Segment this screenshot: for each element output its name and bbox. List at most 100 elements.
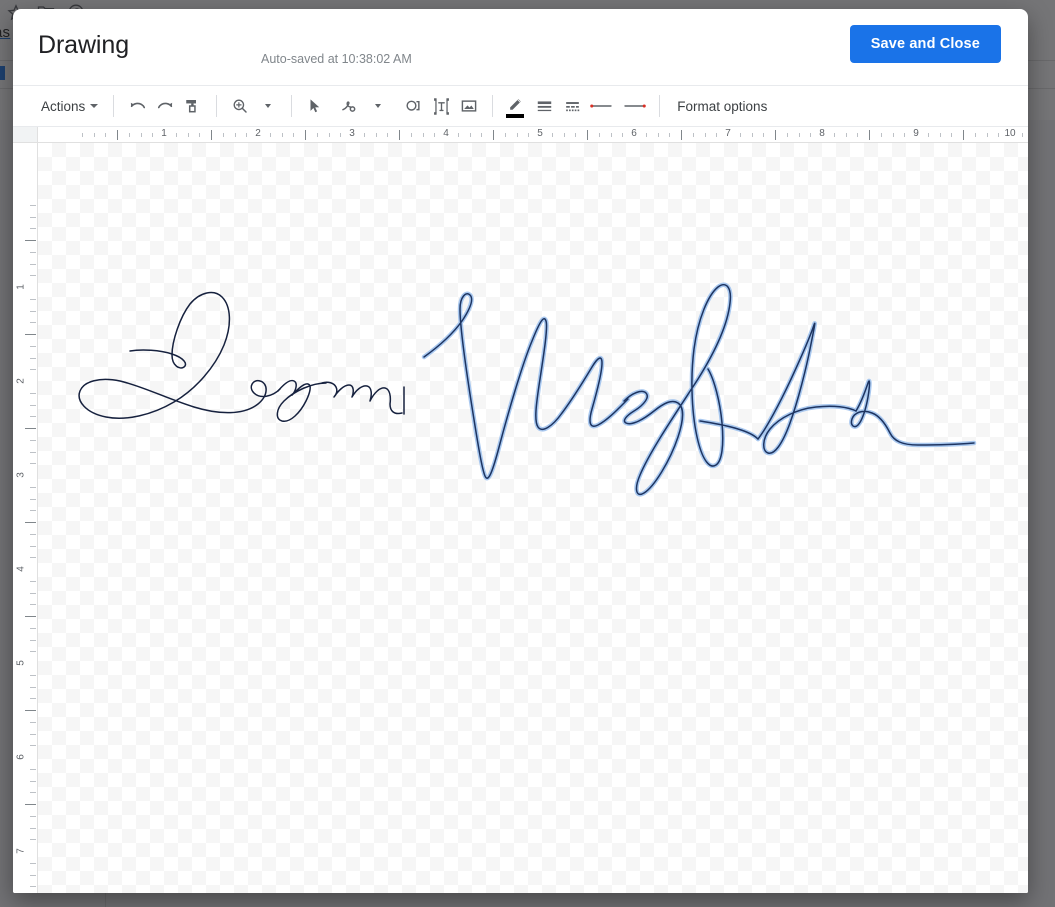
- ruler-tick: [30, 228, 36, 229]
- image-icon: [460, 97, 478, 115]
- ruler-tick: [141, 133, 142, 137]
- ruler-tick: [705, 133, 706, 137]
- ruler-tick: [587, 130, 588, 140]
- ruler-tick: [25, 522, 36, 523]
- toolbar-divider: [659, 95, 660, 117]
- ruler-tick: [810, 133, 811, 137]
- ruler-tick: [834, 133, 835, 137]
- undo-icon: [128, 97, 147, 116]
- ruler-label: 6: [15, 754, 26, 760]
- ruler-tick: [493, 130, 494, 140]
- shape-icon: [404, 97, 422, 115]
- select-tool[interactable]: [301, 92, 329, 120]
- ruler-tick: [188, 133, 189, 137]
- line-dash-icon: [563, 97, 582, 116]
- ruler-tick: [30, 769, 36, 770]
- ruler-tick: [30, 217, 36, 218]
- signature-blue[interactable]: [422, 273, 982, 503]
- actions-menu-button[interactable]: Actions: [39, 93, 104, 119]
- drawing-toolbar: Actions: [13, 86, 1028, 127]
- line-end-button[interactable]: [618, 92, 650, 120]
- ruler-tick: [30, 346, 36, 347]
- redo-button[interactable]: [151, 92, 179, 120]
- border-dash-button[interactable]: [558, 92, 586, 120]
- line-tool[interactable]: [336, 92, 364, 120]
- ruler-tick: [30, 863, 36, 864]
- ruler-tick: [30, 687, 36, 688]
- ruler-tick: [30, 593, 36, 594]
- ruler-tick: [30, 886, 36, 887]
- zoom-dropdown[interactable]: [254, 92, 282, 120]
- line-start-icon: [589, 97, 615, 115]
- ruler-tick: [376, 133, 377, 137]
- ruler-tick: [869, 130, 870, 140]
- scribble-line-icon: [340, 96, 360, 116]
- shape-tool[interactable]: [399, 92, 427, 120]
- ruler-tick: [30, 651, 36, 652]
- ruler-tick: [30, 839, 36, 840]
- chevron-down-icon: [90, 104, 98, 108]
- paint-format-button[interactable]: [179, 92, 207, 120]
- ruler-tick: [340, 133, 341, 137]
- ruler-tick: [152, 133, 153, 137]
- ruler-tick: [928, 133, 929, 137]
- undo-button[interactable]: [123, 92, 151, 120]
- ruler-tick: [211, 130, 212, 140]
- ruler-tick: [30, 205, 36, 206]
- toolbar-divider: [492, 95, 493, 117]
- ruler-tick: [30, 792, 36, 793]
- ruler-tick: [30, 698, 36, 699]
- border-color-button[interactable]: [502, 92, 530, 120]
- ruler-tick: [30, 499, 36, 500]
- save-and-close-button[interactable]: Save and Close: [850, 25, 1001, 63]
- horizontal-ruler[interactable]: 12345678910: [13, 127, 1028, 143]
- ruler-tick: [30, 628, 36, 629]
- text-box-tool[interactable]: [427, 92, 455, 120]
- ruler-tick: [611, 133, 612, 137]
- ruler-tick: [117, 130, 118, 140]
- border-weight-button[interactable]: [530, 92, 558, 120]
- drawing-dialog: Drawing Auto-saved at 10:38:02 AM Save a…: [13, 9, 1028, 893]
- ruler-tick: [434, 133, 435, 137]
- ruler-tick: [658, 133, 659, 137]
- ruler-tick: [25, 710, 36, 711]
- format-options-button[interactable]: Format options: [669, 93, 775, 119]
- ruler-label: 9: [913, 128, 919, 139]
- ruler-label: 8: [819, 128, 825, 139]
- ruler-tick: [293, 133, 294, 137]
- chevron-down-icon: [375, 104, 381, 108]
- drawing-canvas[interactable]: [38, 143, 1028, 893]
- ruler-label: 5: [537, 128, 543, 139]
- ruler-label: 5: [15, 660, 26, 666]
- ruler-tick: [30, 487, 36, 488]
- ruler-tick: [30, 405, 36, 406]
- ruler-tick: [30, 322, 36, 323]
- signature-black[interactable]: [68, 271, 428, 451]
- vertical-ruler[interactable]: 1234567: [13, 143, 38, 893]
- signature-black-ink: [68, 271, 428, 451]
- ruler-tick: [458, 133, 459, 137]
- ruler-tick: [30, 275, 36, 276]
- ruler-label: 6: [631, 128, 637, 139]
- ruler-label: 1: [161, 128, 167, 139]
- zoom-button[interactable]: [226, 92, 254, 120]
- ruler-tick: [940, 133, 941, 137]
- ruler-tick: [30, 745, 36, 746]
- ruler-tick: [199, 133, 200, 137]
- ruler-tick: [399, 130, 400, 140]
- line-start-button[interactable]: [586, 92, 618, 120]
- ruler-tick: [716, 133, 717, 137]
- line-end-icon: [621, 97, 647, 115]
- line-tool-dropdown[interactable]: [364, 92, 392, 120]
- ruler-label: 3: [349, 128, 355, 139]
- ruler-tick: [881, 133, 882, 137]
- ruler-tick: [235, 133, 236, 137]
- ruler-tick: [963, 130, 964, 140]
- ruler-tick: [998, 133, 999, 137]
- image-tool[interactable]: [455, 92, 483, 120]
- ruler-tick: [846, 133, 847, 137]
- ruler-label: 7: [725, 128, 731, 139]
- ruler-corner: [13, 127, 38, 143]
- ruler-tick: [622, 133, 623, 137]
- ruler-tick: [528, 133, 529, 137]
